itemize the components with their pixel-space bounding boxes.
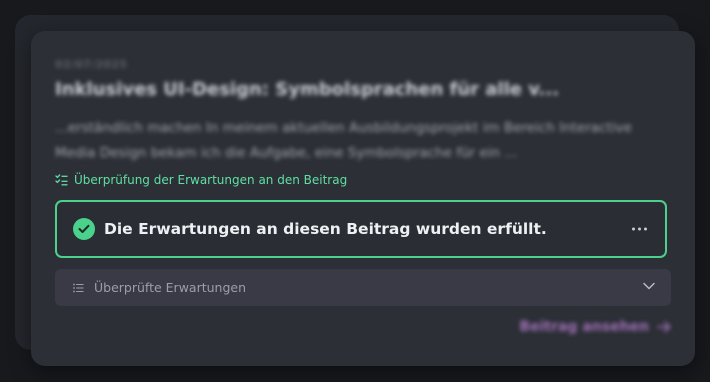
post-date: 02/07/2025 (55, 58, 128, 71)
arrow-right-icon (657, 321, 671, 333)
app-frame: 02/07/2025 Inklusives UI-Design: Symbols… (0, 0, 710, 382)
review-result-text: Die Erwartungen an diesen Beitrag wurden… (104, 220, 547, 238)
checked-expectations-label: Überprüfte Erwartungen (94, 280, 247, 295)
view-post-link[interactable]: Beitrag ansehen (519, 319, 671, 335)
chevron-down-icon (643, 282, 655, 290)
post-card: 02/07/2025 Inklusives UI-Design: Symbols… (31, 31, 695, 366)
review-heading: Überprüfung der Erwartungen an den Beitr… (55, 173, 347, 187)
more-horizontal-icon (632, 227, 635, 231)
check-circle-icon (73, 218, 95, 240)
checked-expectations-toggle[interactable]: Überprüfte Erwartungen (55, 269, 671, 306)
view-post-label: Beitrag ansehen (519, 319, 649, 335)
post-excerpt: ...erständlich machen In meinem aktuelle… (55, 120, 632, 161)
review-result-box: Die Erwartungen an diesen Beitrag wurden… (55, 200, 667, 258)
review-heading-label: Überprüfung der Erwartungen an den Beitr… (74, 173, 348, 187)
more-options-button[interactable] (632, 227, 647, 231)
post-title: Inklusives UI-Design: Symbolsprachen für… (55, 79, 560, 100)
checklist-icon (55, 174, 68, 186)
list-icon (73, 283, 84, 292)
